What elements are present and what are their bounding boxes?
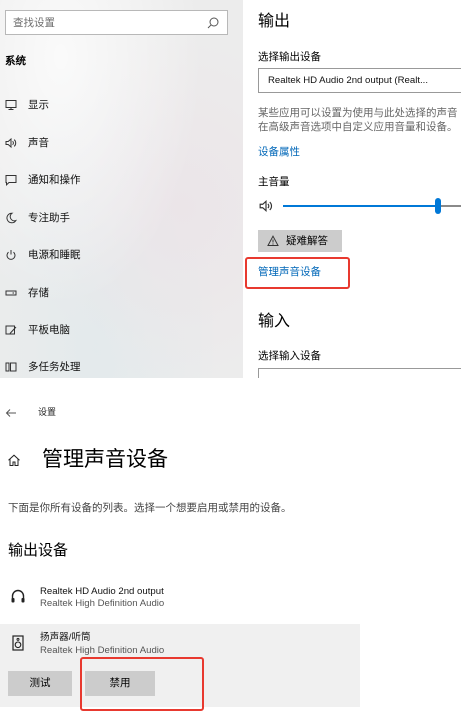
- sidebar-item-label: 显示: [28, 99, 49, 111]
- sidebar-item-label: 平板电脑: [28, 324, 70, 336]
- highlight-box-disable-button: [80, 657, 204, 711]
- search-input[interactable]: [6, 11, 227, 34]
- sidebar-item-label: 通知和操作: [28, 174, 81, 186]
- storage-icon: [5, 287, 17, 299]
- sidebar-item-label: 多任务处理: [28, 361, 81, 373]
- output-note-line1: 某些应用可以设置为使用与此处选择的声音: [258, 107, 458, 119]
- troubleshoot-button[interactable]: 疑难解答: [258, 230, 342, 252]
- warning-icon: [267, 235, 279, 247]
- power-icon: [5, 249, 17, 261]
- master-volume-label: 主音量: [258, 176, 290, 188]
- notification-icon: [5, 174, 17, 186]
- back-arrow-icon[interactable]: [5, 407, 17, 419]
- output-heading: 输出: [258, 13, 291, 30]
- test-button-label: 测试: [29, 677, 51, 689]
- monitor-icon: [5, 99, 17, 111]
- tablet-icon: [5, 324, 17, 336]
- sidebar-item-focus-assist[interactable]: 专注助手: [0, 207, 243, 229]
- settings-sidebar: 系统 显示 声音 通知和操作 专注助手: [0, 0, 243, 378]
- sidebar-item-sound[interactable]: 声音: [0, 132, 243, 154]
- troubleshoot-label: 疑难解答: [286, 235, 328, 247]
- page-title: 管理声音设备: [42, 448, 168, 471]
- moon-icon: [5, 212, 17, 224]
- volume-slider-track[interactable]: [283, 198, 461, 214]
- volume-slider-thumb[interactable]: [434, 198, 441, 214]
- sidebar-item-label: 声音: [28, 137, 49, 149]
- sidebar-item-label: 存储: [28, 287, 49, 299]
- output-device-value: Realtek HD Audio 2nd output (Realt...: [268, 75, 428, 86]
- device-driver: Realtek High Definition Audio: [40, 645, 165, 656]
- test-button[interactable]: 测试: [8, 671, 72, 696]
- sidebar-item-tablet[interactable]: 平板电脑: [0, 319, 243, 341]
- sidebar-item-power-sleep[interactable]: 电源和睡眠: [0, 244, 243, 266]
- output-device-label: 选择输出设备: [258, 51, 321, 63]
- device-properties-link[interactable]: 设备属性: [258, 145, 300, 159]
- output-note-line2: 在高级声音选项中自定义应用音量和设备。: [258, 121, 458, 133]
- device-item-realtek-2nd-output[interactable]: Realtek HD Audio 2nd output Realtek High…: [0, 580, 360, 614]
- sidebar-item-multitasking[interactable]: 多任务处理: [0, 356, 243, 378]
- search-icon[interactable]: [207, 17, 219, 29]
- speaker-icon: [5, 137, 17, 149]
- multitask-icon: [5, 361, 17, 373]
- device-driver: Realtek High Definition Audio: [40, 598, 165, 609]
- sidebar-item-label: 电源和睡眠: [28, 249, 81, 261]
- input-device-label: 选择输入设备: [258, 350, 321, 362]
- sidebar-item-notifications[interactable]: 通知和操作: [0, 169, 243, 191]
- output-devices-heading: 输出设备: [8, 542, 69, 559]
- sidebar-heading: 系统: [5, 55, 26, 67]
- input-device-dropdown[interactable]: [258, 368, 461, 378]
- highlight-box-manage-link: [245, 257, 350, 289]
- device-name: Realtek HD Audio 2nd output: [40, 586, 164, 597]
- sidebar-item-storage[interactable]: 存储: [0, 282, 243, 304]
- volume-speaker-icon[interactable]: [259, 199, 273, 213]
- device-name: 扬声器/听筒: [40, 632, 91, 643]
- speaker-device-icon: [10, 635, 26, 651]
- home-icon: [7, 453, 21, 467]
- back-label[interactable]: 设置: [38, 406, 56, 419]
- input-heading: 输入: [258, 313, 291, 330]
- page-description: 下面是你所有设备的列表。选择一个想要启用或禁用的设备。: [8, 502, 292, 514]
- headphones-icon: [10, 588, 26, 604]
- volume-slider-fill: [283, 205, 438, 207]
- sidebar-item-display[interactable]: 显示: [0, 94, 243, 116]
- sidebar-item-label: 专注助手: [28, 212, 70, 224]
- search-box[interactable]: [5, 10, 228, 35]
- sound-settings-page: 系统 显示 声音 通知和操作 专注助手: [0, 0, 461, 378]
- output-device-dropdown[interactable]: Realtek HD Audio 2nd output (Realt...: [258, 68, 461, 93]
